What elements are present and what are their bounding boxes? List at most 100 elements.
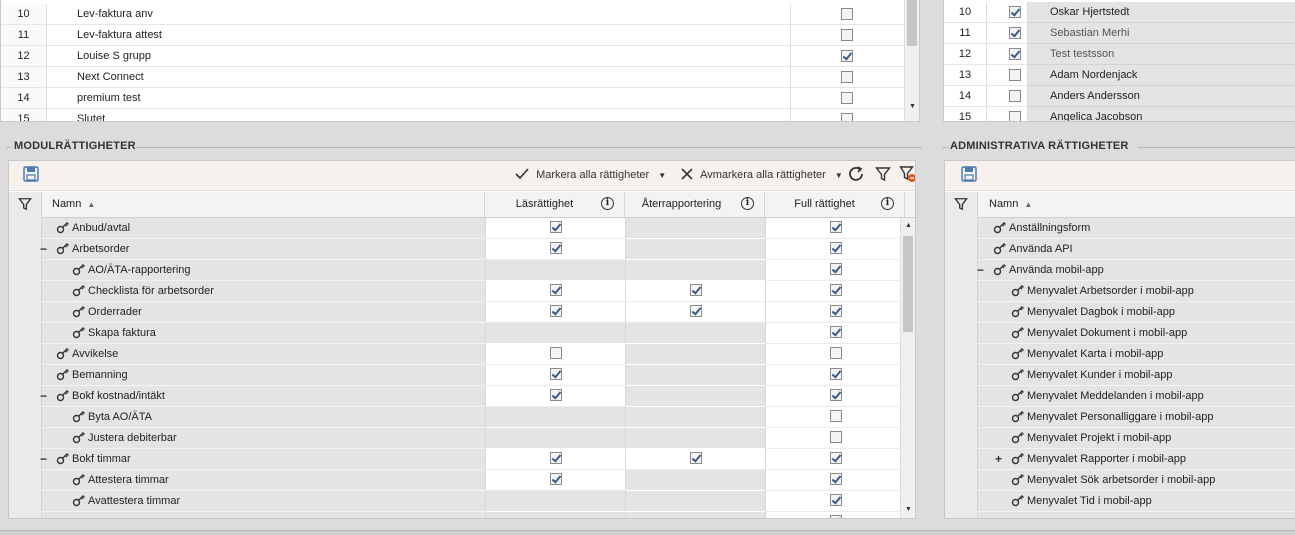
permission-cell[interactable] [765, 386, 905, 407]
permission-checkbox[interactable] [829, 284, 842, 297]
column-header-full[interactable]: Full rättighet i [765, 192, 905, 218]
permission-checkbox[interactable] [829, 305, 842, 318]
permission-checkbox[interactable] [829, 515, 842, 518]
permission-checkbox[interactable] [689, 305, 702, 318]
user-checkbox[interactable] [1009, 111, 1021, 121]
scroll-down-icon[interactable]: ▼ [901, 504, 915, 516]
table-row[interactable]: 13 Adam Nordenjack [944, 65, 1295, 86]
permission-checkbox[interactable] [829, 326, 842, 339]
table-row[interactable]: 11 Sebastian Merhi [944, 23, 1295, 44]
user-checkbox[interactable] [1009, 48, 1021, 60]
permission-checkbox[interactable] [829, 410, 842, 423]
permission-checkbox[interactable] [829, 242, 842, 255]
permission-cell[interactable] [625, 449, 765, 470]
permission-checkbox[interactable] [549, 305, 562, 318]
table-row[interactable]: 11 Lev-faktura attest [1, 25, 905, 46]
permission-checkbox[interactable] [829, 347, 842, 360]
permission-cell[interactable] [765, 302, 905, 323]
permission-row[interactable]: − Arbetsorder [40, 239, 905, 260]
expand-toggle[interactable]: + [995, 449, 1002, 469]
info-icon[interactable]: i [601, 197, 614, 210]
permission-row[interactable]: Menyvalet Sök arbetsorder i mobil-app [978, 470, 1295, 491]
permission-row[interactable]: Attestera timmar [42, 470, 905, 491]
permission-checkbox[interactable] [829, 221, 842, 234]
permission-row[interactable]: Använda API [978, 239, 1295, 260]
permission-row[interactable]: Menyvalet Meddelanden i mobil-app [978, 386, 1295, 407]
group-checkbox[interactable] [841, 71, 853, 83]
permission-cell[interactable] [765, 491, 905, 512]
permission-row[interactable]: AO/ÄTA-rapportering [42, 260, 905, 281]
permission-checkbox[interactable] [829, 263, 842, 276]
permission-cell[interactable] [765, 365, 905, 386]
permission-checkbox[interactable] [829, 452, 842, 465]
permission-cell[interactable] [765, 281, 905, 302]
permission-row[interactable]: − Bokf kostnad/intäkt [40, 386, 905, 407]
filter-button[interactable] [875, 161, 891, 189]
permission-row[interactable]: Justera debiterbar [42, 428, 905, 449]
collapse-toggle[interactable]: − [40, 449, 47, 469]
permission-checkbox[interactable] [549, 221, 562, 234]
table-row[interactable]: 12 Test testsson [944, 44, 1295, 65]
user-checkbox[interactable] [1009, 6, 1021, 18]
permission-checkbox[interactable] [549, 452, 562, 465]
save-button[interactable] [23, 161, 39, 189]
permission-cell[interactable] [765, 239, 905, 260]
permission-row[interactable]: Anbud/avtal [42, 218, 905, 239]
permission-cell[interactable] [765, 260, 905, 281]
scroll-down-icon[interactable]: ▼ [905, 101, 919, 113]
user-checkbox[interactable] [1009, 27, 1021, 39]
permission-row[interactable]: Menyvalet Dokument i mobil-app [978, 323, 1295, 344]
permission-row[interactable]: Menyvalet Projekt i mobil-app [978, 428, 1295, 449]
permission-cell[interactable] [485, 218, 625, 239]
scroll-up-icon[interactable]: ▲ [901, 220, 915, 232]
groups-list-scroll-thumb[interactable] [907, 0, 917, 46]
unmark-all-button[interactable]: Avmarkera alla rättigheter ▼ [680, 161, 843, 189]
column-header-name[interactable]: Namn ▲ [42, 192, 485, 218]
column-filter-toggle[interactable] [945, 192, 978, 218]
permission-checkbox[interactable] [549, 389, 562, 402]
table-row[interactable]: 14 premium test [1, 88, 905, 109]
group-checkbox[interactable] [841, 92, 853, 104]
permission-row[interactable]: Bemanning [42, 365, 905, 386]
permission-cell[interactable] [765, 218, 905, 239]
group-checkbox[interactable] [841, 8, 853, 20]
table-row[interactable]: 13 Next Connect [1, 67, 905, 88]
permission-checkbox[interactable] [549, 473, 562, 486]
permission-checkbox[interactable] [549, 368, 562, 381]
permission-cell[interactable] [765, 512, 905, 518]
permission-checkbox[interactable] [549, 347, 562, 360]
modul-grid-scroll-thumb[interactable] [903, 236, 913, 332]
collapse-toggle[interactable]: − [40, 386, 47, 406]
permission-cell[interactable] [625, 302, 765, 323]
permission-checkbox[interactable] [829, 431, 842, 444]
user-checkbox[interactable] [1009, 69, 1021, 81]
group-checkbox[interactable] [841, 113, 853, 121]
table-row[interactable]: 14 Anders Andersson [944, 86, 1295, 107]
table-row[interactable]: 10 Oskar Hjertstedt [944, 2, 1295, 23]
table-row[interactable]: 10 Lev-faktura anv [1, 4, 905, 25]
permission-row[interactable]: − Bokf timmar [40, 449, 905, 470]
permission-row[interactable]: Orderrader [42, 302, 905, 323]
permission-checkbox[interactable] [829, 494, 842, 507]
column-header-report[interactable]: Återrapportering i [625, 192, 765, 218]
table-row[interactable]: 15 Slutet [1, 109, 905, 121]
permission-row[interactable]: Byta AO/ÄTA [42, 407, 905, 428]
permission-checkbox[interactable] [689, 452, 702, 465]
groups-list-scrollbar[interactable]: ▼ [904, 0, 919, 121]
permission-cell[interactable] [765, 407, 905, 428]
permission-row[interactable]: − Använda mobil-app [977, 260, 1295, 281]
mark-all-button[interactable]: Markera alla rättigheter ▼ [514, 161, 666, 189]
permission-row[interactable]: Menyvalet Tid i mobil-app [978, 491, 1295, 512]
chevron-down-icon[interactable]: ▼ [835, 171, 843, 180]
permission-cell[interactable] [765, 449, 905, 470]
permission-cell[interactable] [485, 386, 625, 407]
permission-cell[interactable] [765, 428, 905, 449]
group-checkbox[interactable] [841, 50, 853, 62]
table-row[interactable]: 12 Louise S grupp [1, 46, 905, 67]
permission-cell[interactable] [485, 344, 625, 365]
permission-row[interactable]: Checklista för arbetsorder [42, 281, 905, 302]
permission-row[interactable]: Menyvalet Arbetsorder i mobil-app [978, 281, 1295, 302]
column-header-name[interactable]: Namn ▲ [978, 192, 1295, 218]
refresh-button[interactable] [847, 161, 865, 189]
modul-grid-scrollbar[interactable]: ▲ ▼ [900, 218, 915, 518]
